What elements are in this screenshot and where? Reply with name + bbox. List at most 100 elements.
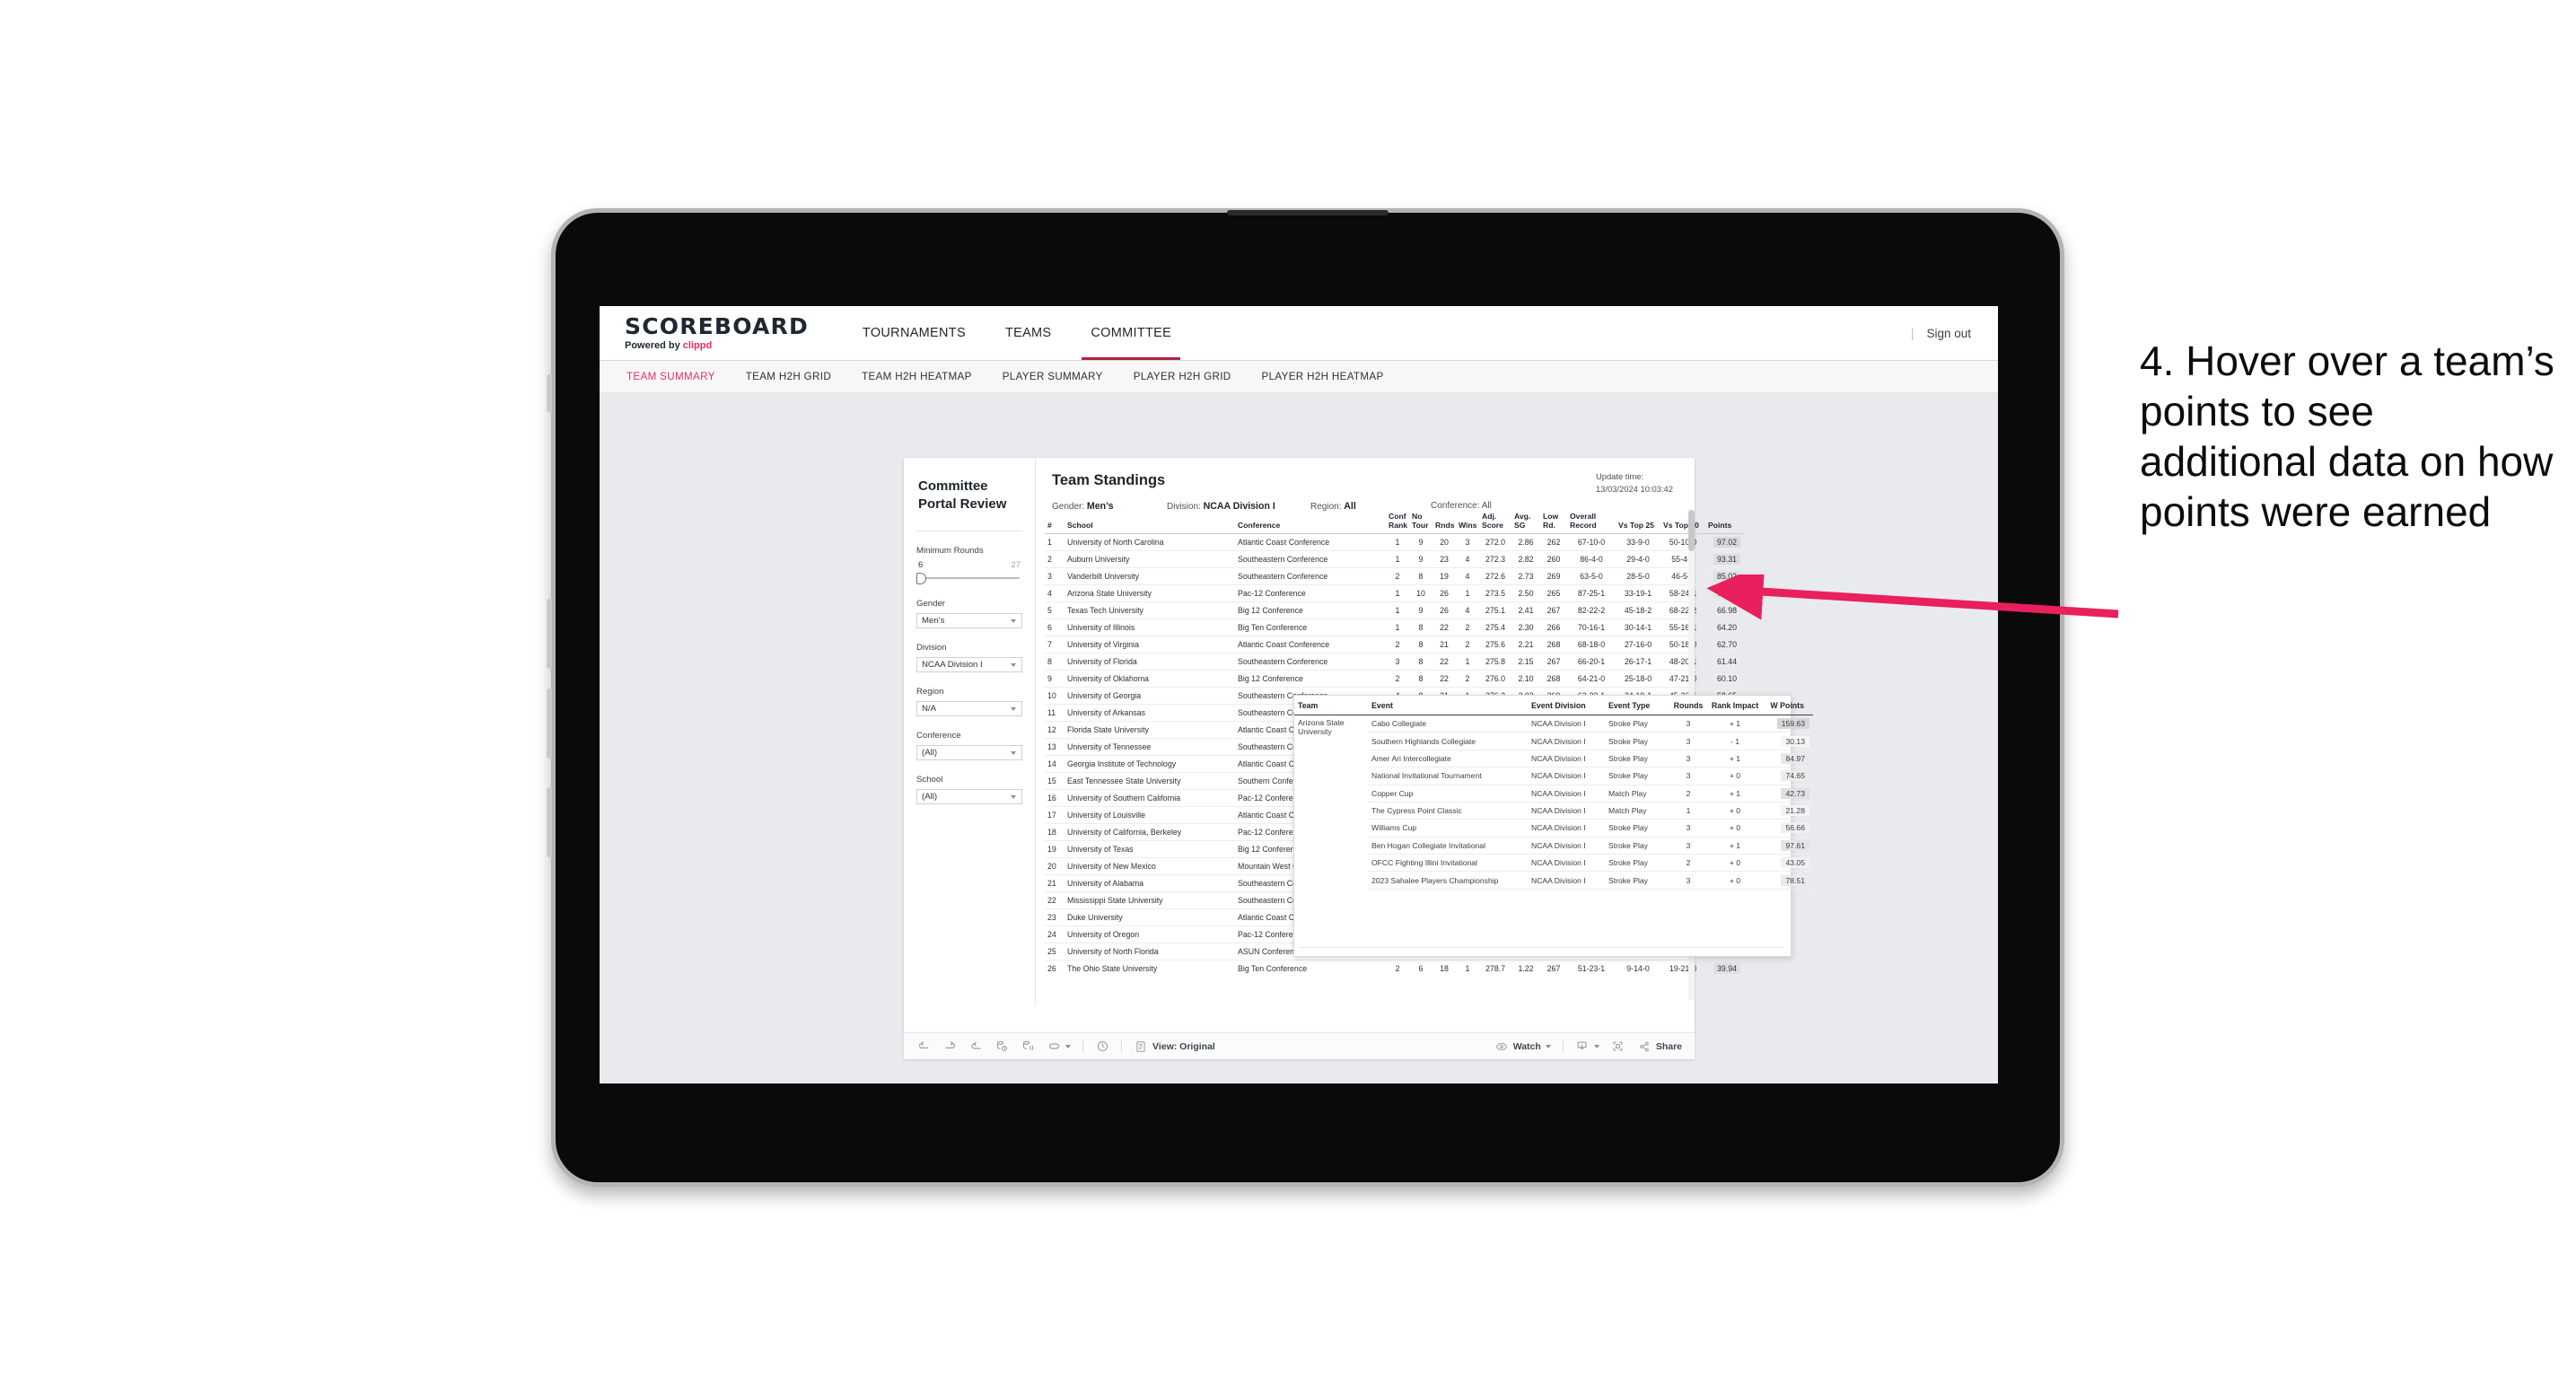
tooltip-cell-rank-impact: + 0	[1707, 767, 1763, 785]
share-icon[interactable]	[1637, 1040, 1652, 1054]
col-vs-top-50[interactable]: Vs Top 50	[1660, 510, 1705, 534]
tab-player-h2h-heatmap[interactable]: PLAYER H2H HEATMAP	[1262, 371, 1384, 382]
cell-rank: 3	[1045, 567, 1065, 585]
col-no-tour[interactable]: No Tour	[1409, 510, 1433, 534]
cell-wins: 1	[1456, 653, 1479, 671]
table-row[interactable]: 8 University of Florida Southeastern Confe…	[1045, 653, 1743, 671]
conference-select[interactable]: (All)	[916, 744, 1022, 760]
view-original-label[interactable]: View: Original	[1152, 1041, 1215, 1052]
cell-points[interactable]: 61.44	[1705, 653, 1743, 671]
cell-vs-top-25: 45-18-2	[1616, 601, 1660, 619]
col-overall-record[interactable]: Overall Record	[1567, 510, 1616, 534]
nav-item-committee[interactable]: COMMITTEE	[1071, 306, 1191, 360]
cell-points[interactable]: 97.02	[1705, 533, 1743, 551]
school-select[interactable]: (All)	[916, 788, 1022, 804]
tooltip-w-points-value: 21.28	[1781, 805, 1809, 817]
watch-eye-icon[interactable]	[1494, 1040, 1509, 1054]
col-school[interactable]: School	[1065, 510, 1235, 534]
points-value[interactable]: 93.31	[1713, 554, 1740, 566]
tooltip-cell-event: National Invitational Tournament	[1368, 767, 1528, 785]
col-wins[interactable]: Wins	[1456, 510, 1479, 534]
share-group[interactable]: Share	[1637, 1040, 1682, 1054]
cell-avg-sg: 2.41	[1511, 601, 1540, 619]
cell-wins: 1	[1456, 960, 1479, 978]
points-value[interactable]: 62.70	[1713, 639, 1740, 651]
redo-icon[interactable]	[942, 1040, 957, 1054]
app-header: SCOREBOARD Powered by clippd TOURNAMENTS…	[600, 306, 1998, 360]
cell-conference: Atlantic Coast Conference	[1235, 533, 1386, 551]
points-value[interactable]: 97.02	[1713, 537, 1740, 548]
table-row[interactable]: 2 Auburn University Southeastern Conferenc…	[1045, 550, 1743, 568]
col-conference[interactable]: Conference	[1235, 510, 1386, 534]
points-value[interactable]: 60.10	[1713, 673, 1740, 685]
view-original-icon[interactable]	[1134, 1040, 1148, 1054]
minimum-rounds-slider[interactable]	[916, 572, 1022, 584]
pause-updates-icon[interactable]	[1021, 1040, 1035, 1054]
tab-team-h2h-grid[interactable]: TEAM H2H GRID	[746, 371, 831, 382]
table-row[interactable]: 7 University of Virginia Atlantic Coast Co…	[1045, 636, 1743, 654]
col-vs-top-25[interactable]: Vs Top 25	[1616, 510, 1660, 534]
slider-handle[interactable]	[916, 572, 926, 584]
view-shape-group[interactable]	[1047, 1040, 1071, 1054]
points-value[interactable]: 39.94	[1713, 963, 1740, 975]
table-row[interactable]: 5 Texas Tech University Big 12 Conference 1…	[1045, 601, 1743, 619]
tooltip-cell-rank-impact: + 0	[1707, 802, 1763, 820]
slider-track-bar	[919, 576, 1020, 579]
table-row[interactable]: 4 Arizona State University Pac-12 Conferen…	[1045, 584, 1743, 602]
tab-player-h2h-grid[interactable]: PLAYER H2H GRID	[1134, 371, 1231, 382]
table-row[interactable]: 3 Vanderbilt University Southeastern Confe…	[1045, 567, 1743, 585]
signout-link[interactable]: Sign out	[1926, 327, 1971, 340]
undo-icon[interactable]	[916, 1040, 931, 1054]
tab-team-summary[interactable]: TEAM SUMMARY	[626, 371, 715, 382]
table-row[interactable]: 6 University of Illinois Big Ten Conferenc…	[1045, 618, 1743, 636]
col-rnds[interactable]: Rnds	[1433, 510, 1456, 534]
brand-logo[interactable]: SCOREBOARD Powered by clippd	[625, 315, 809, 351]
region-select[interactable]: N/A	[916, 700, 1022, 716]
col-avg-sg[interactable]: Avg. SG	[1511, 510, 1540, 534]
col-rank[interactable]: #	[1045, 510, 1065, 534]
cell-conf-rank: 2	[1386, 960, 1409, 978]
cell-low-rd: 267	[1540, 601, 1567, 619]
table-row[interactable]: 26 The Ohio State University Big Ten Confe…	[1045, 960, 1743, 978]
tooltip-cell-event: Copper Cup	[1368, 785, 1528, 803]
refresh-data-icon[interactable]	[994, 1040, 1009, 1054]
table-scrollbar-thumb[interactable]	[1688, 510, 1695, 551]
school-label: School	[916, 774, 943, 785]
watch-label[interactable]: Watch	[1513, 1041, 1541, 1052]
tooltip-row: Ben Hogan Collegiate Invitational NCAA Di…	[1294, 837, 1813, 855]
tooltip-row: Arizona State University Cabo Collegiate N…	[1294, 715, 1813, 736]
chevron-down-icon[interactable]	[1593, 1044, 1599, 1048]
share-label[interactable]: Share	[1656, 1041, 1682, 1052]
tab-team-h2h-heatmap[interactable]: TEAM H2H HEATMAP	[862, 371, 972, 382]
col-adj-score[interactable]: Adj. Score	[1479, 510, 1511, 534]
col-points[interactable]: Points	[1705, 510, 1743, 534]
gender-select[interactable]: Men’s	[916, 612, 1022, 628]
division-select[interactable]: NCAA Division I	[916, 656, 1022, 672]
view-shape-icon[interactable]	[1047, 1040, 1061, 1054]
points-value[interactable]: 61.44	[1713, 656, 1740, 668]
cell-school: University of Arkansas	[1065, 704, 1235, 722]
tooltip-cell-division: NCAA Division I	[1528, 785, 1605, 803]
revert-icon[interactable]	[968, 1040, 983, 1054]
cell-points[interactable]: 93.31	[1705, 550, 1743, 568]
col-conf-rank[interactable]: Conf Rank	[1386, 510, 1409, 534]
watch-group[interactable]: Watch	[1494, 1040, 1551, 1054]
cell-points[interactable]: 39.94	[1705, 960, 1743, 978]
table-row[interactable]: 9 University of Oklahoma Big 12 Conference…	[1045, 670, 1743, 688]
cell-points[interactable]: 60.10	[1705, 670, 1743, 688]
cell-points[interactable]: 62.70	[1705, 636, 1743, 654]
tab-player-summary[interactable]: PLAYER SUMMARY	[1003, 371, 1103, 382]
cell-vs-top-25: 30-14-1	[1616, 618, 1660, 636]
update-time: Update time: 13/03/2024 10:03:42	[1596, 470, 1673, 495]
history-icon[interactable]	[1095, 1040, 1109, 1054]
chevron-down-icon[interactable]	[1065, 1044, 1071, 1048]
nav-item-tournaments[interactable]: TOURNAMENTS	[843, 306, 986, 360]
nav-item-teams[interactable]: TEAMS	[986, 306, 1071, 360]
view-original-group[interactable]: View: Original	[1134, 1040, 1215, 1054]
col-low-rd[interactable]: Low Rd.	[1540, 510, 1567, 534]
chevron-down-icon[interactable]	[1545, 1044, 1551, 1048]
fullscreen-icon[interactable]	[1611, 1040, 1625, 1054]
table-row[interactable]: 1 University of North Carolina Atlantic Co…	[1045, 533, 1743, 551]
download-group[interactable]	[1575, 1040, 1599, 1054]
download-icon[interactable]	[1575, 1040, 1590, 1054]
